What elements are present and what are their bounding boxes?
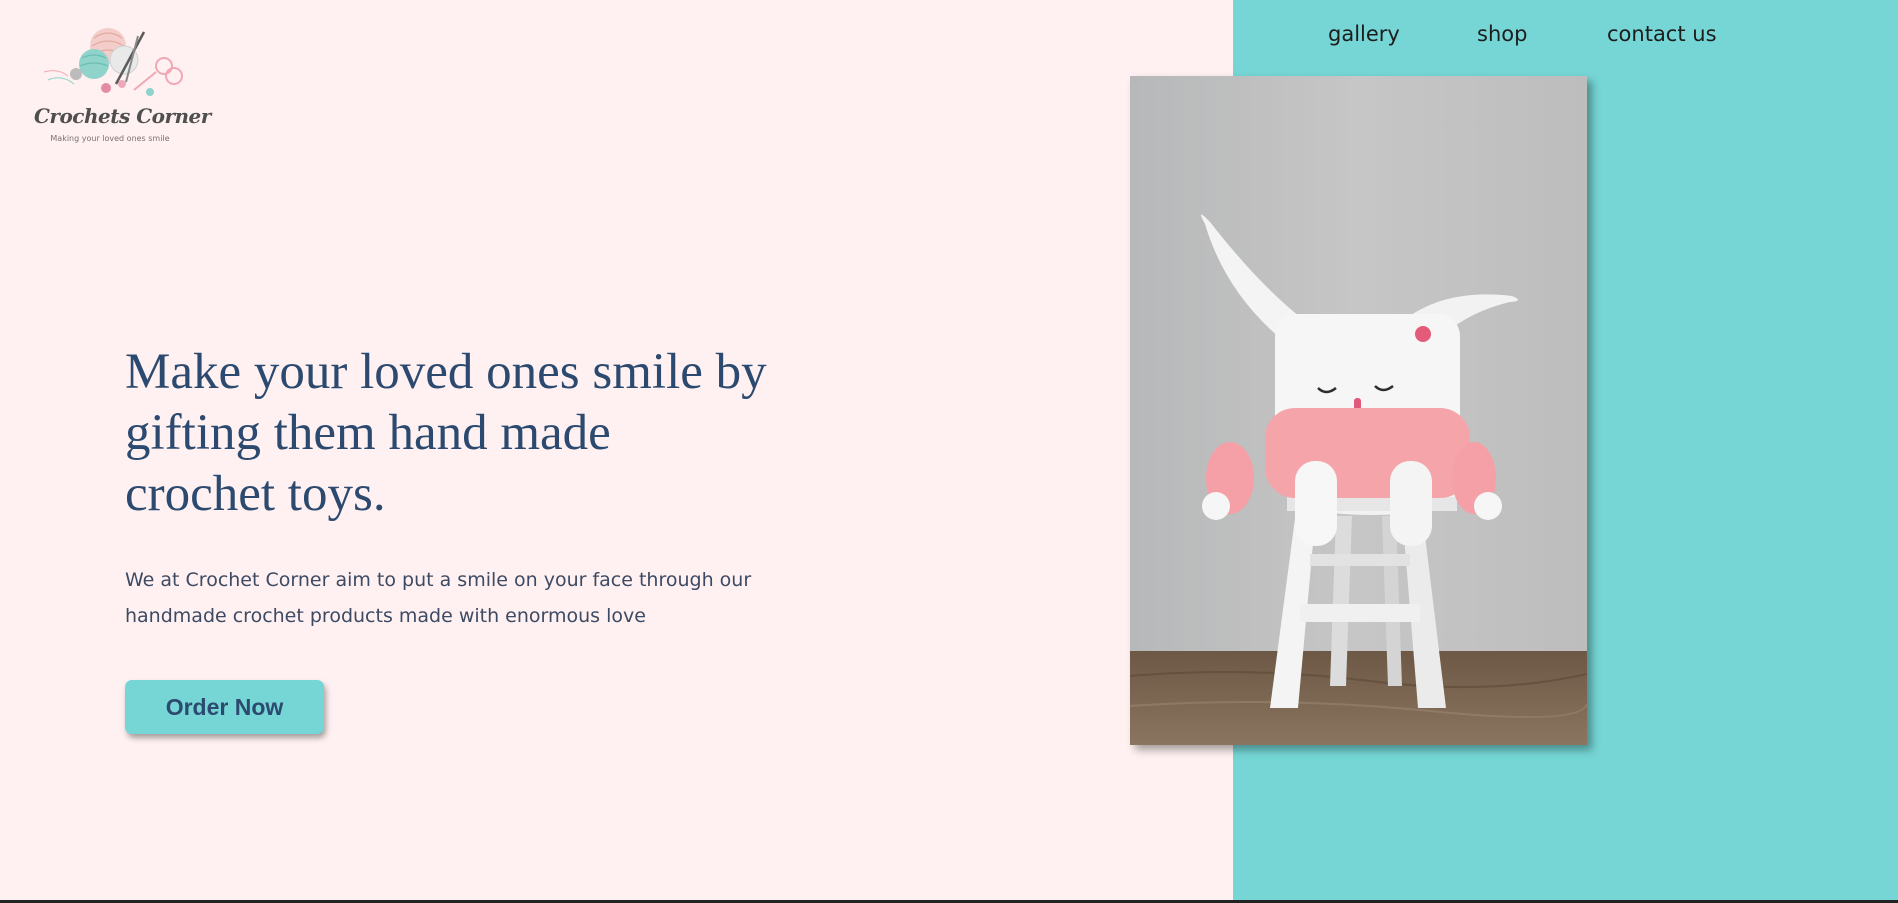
hero-headline: Make your loved ones smile by gifting th… [125,342,825,525]
nav-link-shop[interactable]: shop [1477,22,1527,46]
nav-link-contact-us[interactable]: contact us [1607,22,1717,46]
hero-headline-line: Make your loved ones smile by [125,344,767,400]
hero-description-line: handmade crochet products made with enor… [125,605,646,627]
brand-name: Crochets Corner [34,104,211,128]
hero-description: We at Crochet Corner aim to put a smile … [125,562,805,634]
hero-headline-line: gifting them hand made [125,405,611,461]
crochet-bunny-on-stool-photo [1130,76,1587,745]
brand-tagline: Making your loved ones smile [50,134,170,143]
order-now-button[interactable]: Order Now [125,680,324,734]
brand-logo[interactable]: Crochets Corner Making your loved ones s… [34,24,211,152]
nav-link-gallery[interactable]: gallery [1328,22,1400,46]
yarn-balls-scissors-icon [43,28,183,96]
hero-headline-line: crochet toys. [125,466,386,522]
hero-description-line: We at Crochet Corner aim to put a smile … [125,569,752,591]
